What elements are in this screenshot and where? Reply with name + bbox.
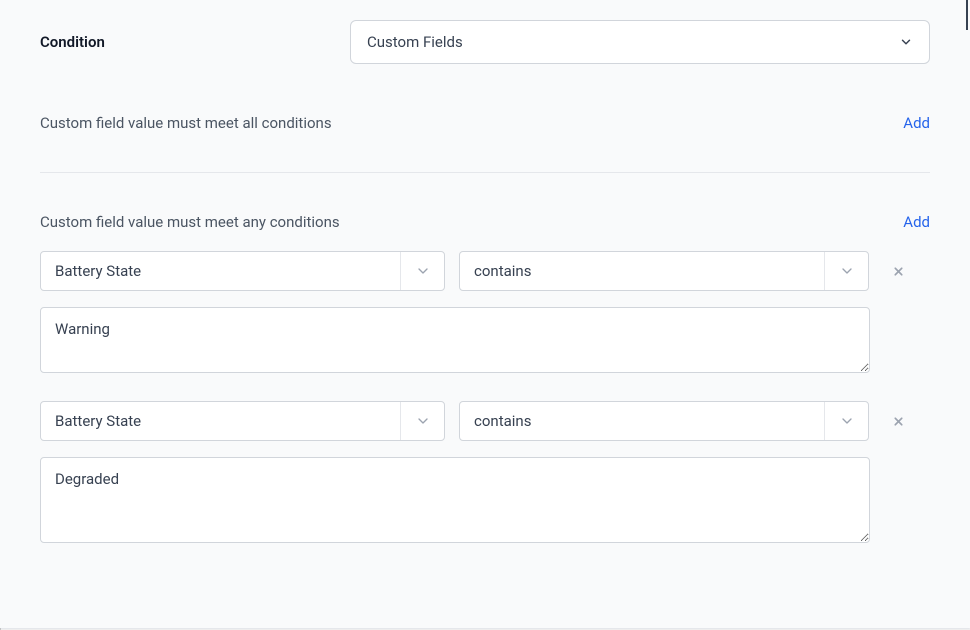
any-conditions-title: Custom field value must meet any conditi… — [40, 213, 340, 231]
operator-value: contains — [460, 262, 824, 280]
field-dropdown[interactable]: Battery State — [40, 401, 445, 441]
close-icon — [892, 415, 905, 428]
condition-type-value: Custom Fields — [367, 33, 463, 51]
operator-dropdown[interactable]: contains — [459, 251, 869, 291]
all-conditions-title: Custom field value must meet all conditi… — [40, 114, 332, 132]
condition-item: Battery State contains — [40, 251, 930, 373]
operator-dropdown[interactable]: contains — [459, 401, 869, 441]
chevron-down-icon — [899, 35, 913, 49]
field-value: Battery State — [41, 262, 400, 280]
edge-marker — [966, 0, 968, 30]
field-value: Battery State — [41, 412, 400, 430]
condition-type-row: Condition Custom Fields — [40, 20, 930, 64]
remove-condition-button[interactable] — [883, 415, 913, 428]
condition-type-dropdown[interactable]: Custom Fields — [350, 20, 930, 64]
value-input[interactable] — [40, 457, 870, 543]
remove-condition-button[interactable] — [883, 265, 913, 278]
chevron-down-icon — [839, 413, 855, 429]
all-conditions-header: Custom field value must meet all conditi… — [40, 114, 930, 132]
add-all-condition-button[interactable]: Add — [903, 114, 930, 132]
close-icon — [892, 265, 905, 278]
add-any-condition-button[interactable]: Add — [903, 213, 930, 231]
value-input[interactable] — [40, 307, 870, 373]
condition-label: Condition — [40, 33, 350, 51]
chevron-down-icon — [839, 263, 855, 279]
field-dropdown[interactable]: Battery State — [40, 251, 445, 291]
operator-value: contains — [460, 412, 824, 430]
chevron-down-icon — [415, 413, 431, 429]
condition-item: Battery State contains — [40, 401, 930, 543]
section-divider — [40, 172, 930, 173]
chevron-down-icon — [415, 263, 431, 279]
any-conditions-header: Custom field value must meet any conditi… — [40, 213, 930, 231]
